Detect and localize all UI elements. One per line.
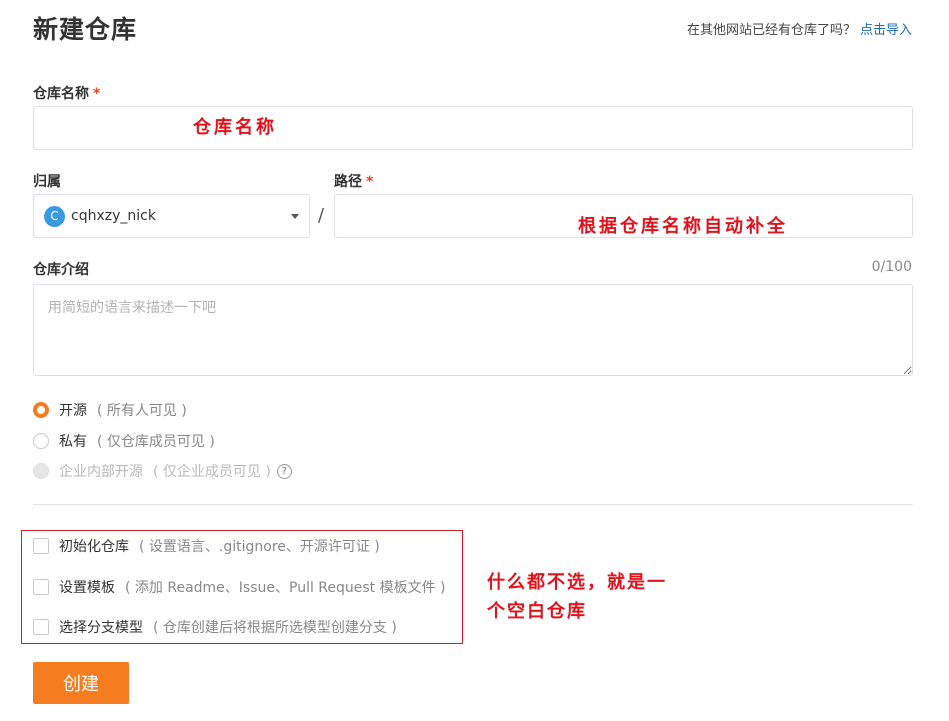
radio-checked-icon[interactable] bbox=[33, 402, 49, 418]
visibility-option-hint: ( 所有人可见 ) bbox=[97, 403, 187, 419]
annotation-line: 个空白仓库 bbox=[487, 601, 587, 622]
visibility-option-private[interactable]: 私有 ( 仅仓库成员可见 ) bbox=[33, 431, 215, 451]
visibility-option-label: 开源 bbox=[59, 403, 87, 419]
visibility-option-open-source[interactable]: 开源 ( 所有人可见 ) bbox=[33, 400, 187, 420]
checkbox-icon[interactable] bbox=[33, 579, 49, 595]
init-option-template[interactable]: 设置模板 ( 添加 Readme、Issue、Pull Request 模板文件… bbox=[33, 577, 446, 597]
path-input[interactable] bbox=[334, 194, 913, 238]
init-option-branch-model[interactable]: 选择分支模型 ( 仓库创建后将根据所选模型创建分支 ) bbox=[33, 617, 397, 637]
init-option-hint: ( 添加 Readme、Issue、Pull Request 模板文件 ) bbox=[125, 580, 446, 596]
owner-avatar: C bbox=[44, 205, 65, 227]
description-textarea[interactable] bbox=[33, 284, 913, 376]
repo-name-label: 仓库名称 * bbox=[33, 83, 100, 103]
annotation-line: 什么都不选，就是一 bbox=[487, 572, 667, 593]
caret-down-icon bbox=[291, 213, 299, 219]
create-button[interactable]: 创建 bbox=[33, 662, 129, 704]
repo-name-label-text: 仓库名称 bbox=[33, 86, 89, 102]
page-title: 新建仓库 bbox=[33, 15, 138, 44]
import-hint-text: 在其他网站已经有仓库了吗？ bbox=[686, 23, 856, 38]
init-option-label: 设置模板 bbox=[59, 580, 115, 596]
init-option-label: 选择分支模型 bbox=[59, 620, 143, 636]
visibility-option-hint: ( 仅仓库成员可见 ) bbox=[97, 434, 215, 450]
init-option-label: 初始化仓库 bbox=[59, 539, 129, 555]
required-mark: * bbox=[93, 86, 101, 102]
owner-select[interactable]: C cqhxzy_nick bbox=[33, 194, 310, 238]
init-option-hint: ( 设置语言、.gitignore、开源许可证 ) bbox=[139, 539, 380, 555]
visibility-option-hint: ( 仅企业成员可见 ) bbox=[153, 464, 271, 480]
path-label-text: 路径 bbox=[334, 174, 362, 190]
radio-disabled-icon bbox=[33, 463, 49, 479]
owner-label: 归属 bbox=[33, 174, 61, 190]
owner-selected-value: cqhxzy_nick bbox=[71, 208, 156, 224]
radio-icon[interactable] bbox=[33, 433, 49, 449]
checkbox-icon[interactable] bbox=[33, 619, 49, 635]
checkbox-icon[interactable] bbox=[33, 538, 49, 554]
import-link[interactable]: 点击导入 bbox=[860, 23, 912, 38]
description-counter: 0/100 bbox=[871, 259, 912, 275]
init-option-init-repo[interactable]: 初始化仓库 ( 设置语言、.gitignore、开源许可证 ) bbox=[33, 536, 380, 556]
blank-repo-annotation: 什么都不选，就是一 个空白仓库 bbox=[487, 568, 707, 626]
description-label: 仓库介绍 bbox=[33, 262, 89, 278]
import-hint: 在其他网站已经有仓库了吗？ 点击导入 bbox=[687, 19, 912, 38]
divider bbox=[33, 504, 913, 505]
question-circle-icon[interactable]: ? bbox=[276, 463, 292, 479]
required-mark: * bbox=[366, 174, 374, 190]
repo-name-input[interactable] bbox=[33, 106, 913, 150]
path-label: 路径 * bbox=[334, 171, 373, 191]
init-option-hint: ( 仓库创建后将根据所选模型创建分支 ) bbox=[153, 620, 397, 636]
visibility-option-enterprise: 企业内部开源 ( 仅企业成员可见 ) ? bbox=[33, 461, 292, 481]
path-separator: / bbox=[318, 205, 325, 226]
visibility-option-label: 私有 bbox=[59, 434, 87, 450]
visibility-option-label: 企业内部开源 bbox=[59, 464, 143, 480]
